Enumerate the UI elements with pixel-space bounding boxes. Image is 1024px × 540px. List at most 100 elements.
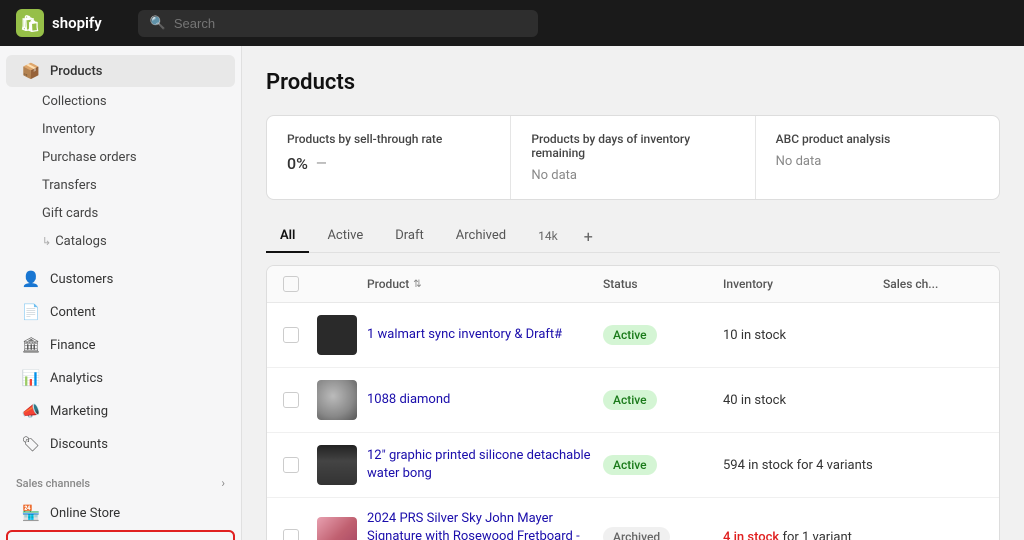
stat-sell-through[interactable]: Products by sell-through rate 0% — — [267, 116, 511, 199]
stat-days-inventory[interactable]: Products by days of inventory remaining … — [511, 116, 755, 199]
customers-icon: 👤 — [22, 270, 40, 288]
search-bar-container: 🔍 — [138, 10, 538, 37]
stats-row: Products by sell-through rate 0% — Produ… — [266, 115, 1000, 200]
tab-active[interactable]: Active — [313, 220, 377, 253]
sidebar-item-finance[interactable]: 🏛 Finance — [6, 329, 235, 361]
table-row: 2024 PRS Silver Sky John Mayer Signature… — [267, 498, 999, 540]
sidebar-item-products[interactable]: 📦 Products — [6, 55, 235, 87]
sidebar-item-label: Discounts — [50, 437, 108, 452]
sales-channels-label: Sales channels — [16, 477, 90, 490]
stat-days-inventory-label: Products by days of inventory remaining — [531, 132, 734, 160]
shopify-logo[interactable]: 🛍 shopify — [16, 9, 102, 37]
row1-status: Active — [603, 325, 723, 345]
row2-product-name[interactable]: 1088 diamond — [367, 391, 603, 409]
row1-status-badge: Active — [603, 325, 657, 345]
row4-thumbnail — [317, 517, 357, 540]
shopify-logo-icon: 🛍 — [16, 9, 44, 37]
row4-inventory: 4 in stock for 1 variant — [723, 530, 883, 540]
sidebar-item-gift-cards[interactable]: Gift cards — [6, 200, 235, 227]
search-input[interactable] — [174, 16, 526, 31]
header-product[interactable]: Product ⇅ — [367, 277, 603, 291]
marketing-icon: 📣 — [22, 402, 40, 420]
search-icon: 🔍 — [150, 16, 166, 31]
online-store-icon: 🏪 — [22, 504, 40, 522]
sidebar-item-analytics[interactable]: 📊 Analytics — [6, 362, 235, 394]
sort-icon: ⇅ — [413, 279, 421, 290]
stat-abc-label: ABC product analysis — [776, 132, 979, 146]
tab-count[interactable]: 14k — [524, 221, 572, 253]
header-inventory[interactable]: Inventory — [723, 277, 883, 291]
sidebar-item-customers[interactable]: 👤 Customers — [6, 263, 235, 295]
stat-sell-through-value: 0% — — [287, 154, 490, 173]
shopify-logo-text: shopify — [52, 14, 102, 32]
sidebar-item-label: Products — [50, 64, 102, 79]
sidebar-item-catalogs[interactable]: ↳ Catalogs — [6, 228, 235, 255]
row3-checkbox[interactable] — [283, 457, 317, 473]
header-sales-channels[interactable]: Sales ch... — [883, 277, 983, 291]
row3-status: Active — [603, 455, 723, 475]
content-area: Products Products by sell-through rate 0… — [242, 46, 1024, 540]
row2-status: Active — [603, 390, 723, 410]
row3-thumbnail — [317, 445, 357, 485]
analytics-icon: 📊 — [22, 369, 40, 387]
sidebar-item-online-store[interactable]: 🏪 Online Store — [6, 497, 235, 529]
sidebar-item-transfers[interactable]: Transfers — [6, 172, 235, 199]
row2-status-badge: Active — [603, 390, 657, 410]
sidebar-item-content[interactable]: 📄 Content — [6, 296, 235, 328]
row4-product-name[interactable]: 2024 PRS Silver Sky John Mayer Signature… — [367, 510, 603, 540]
content-icon: 📄 — [22, 303, 40, 321]
sidebar-item-label: Online Store — [50, 506, 120, 521]
row3-inventory: 594 in stock for 4 variants — [723, 458, 883, 473]
row2-inventory: 40 in stock — [723, 393, 883, 408]
table-row: 1 walmart sync inventory & Draft# Active… — [267, 303, 999, 368]
catalogs-indent-icon: ↳ — [42, 235, 51, 248]
sidebar-item-point-of-sale[interactable]: 🖥 Point of Sale — [6, 530, 235, 540]
table-row: 12" graphic printed silicone detachable … — [267, 433, 999, 498]
sales-channels-expand-icon[interactable]: › — [221, 476, 225, 490]
main-layout: 📦 Products Collections Inventory Purchas… — [0, 46, 1024, 540]
discounts-icon: 🏷 — [22, 435, 40, 453]
row4-status: Archived — [603, 527, 723, 540]
tabs-row: All Active Draft Archived 14k + — [266, 220, 1000, 253]
sidebar-item-discounts[interactable]: 🏷 Discounts — [6, 428, 235, 460]
finance-icon: 🏛 — [22, 336, 40, 354]
row4-inventory-low: 4 in stock — [723, 530, 779, 540]
products-icon: 📦 — [22, 62, 40, 80]
header-status[interactable]: Status — [603, 277, 723, 291]
row4-inventory-suffix: for 1 variant — [779, 530, 852, 540]
row1-product-name[interactable]: 1 walmart sync inventory & Draft# — [367, 326, 603, 344]
tab-add-button[interactable]: + — [576, 221, 601, 252]
stat-sell-through-label: Products by sell-through rate — [287, 132, 490, 146]
row2-checkbox[interactable] — [283, 392, 317, 408]
topbar: 🛍 shopify 🔍 — [0, 0, 1024, 46]
sidebar: 📦 Products Collections Inventory Purchas… — [0, 46, 242, 540]
sidebar-item-label: Analytics — [50, 371, 103, 386]
row1-inventory: 10 in stock — [723, 328, 883, 343]
page-title: Products — [266, 70, 1000, 95]
row3-product-name[interactable]: 12" graphic printed silicone detachable … — [367, 447, 603, 483]
row4-status-badge: Archived — [603, 527, 670, 540]
sidebar-item-collections[interactable]: Collections — [6, 88, 235, 115]
tab-archived[interactable]: Archived — [442, 220, 520, 253]
tab-all[interactable]: All — [266, 220, 309, 253]
row1-checkbox[interactable] — [283, 327, 317, 343]
products-table: Product ⇅ Status Inventory Sales ch... 1… — [266, 265, 1000, 540]
stat-dash: — — [316, 156, 327, 172]
row1-thumbnail — [317, 315, 357, 355]
stat-zero: 0% — [287, 154, 308, 173]
stat-abc-no-data: No data — [776, 154, 979, 169]
row4-checkbox[interactable] — [283, 529, 317, 540]
row2-thumbnail — [317, 380, 357, 420]
stat-abc-analysis[interactable]: ABC product analysis No data — [756, 116, 999, 199]
stat-days-no-data: No data — [531, 168, 734, 183]
table-row: 1088 diamond Active 40 in stock — [267, 368, 999, 433]
sidebar-item-label: Content — [50, 305, 96, 320]
sidebar-item-purchase-orders[interactable]: Purchase orders — [6, 144, 235, 171]
tab-draft[interactable]: Draft — [381, 220, 438, 253]
header-checkbox[interactable] — [283, 276, 317, 292]
sidebar-item-label: Marketing — [50, 404, 108, 419]
sidebar-item-marketing[interactable]: 📣 Marketing — [6, 395, 235, 427]
table-header: Product ⇅ Status Inventory Sales ch... — [267, 266, 999, 303]
sidebar-item-inventory[interactable]: Inventory — [6, 116, 235, 143]
sidebar-item-label: Customers — [50, 272, 113, 287]
